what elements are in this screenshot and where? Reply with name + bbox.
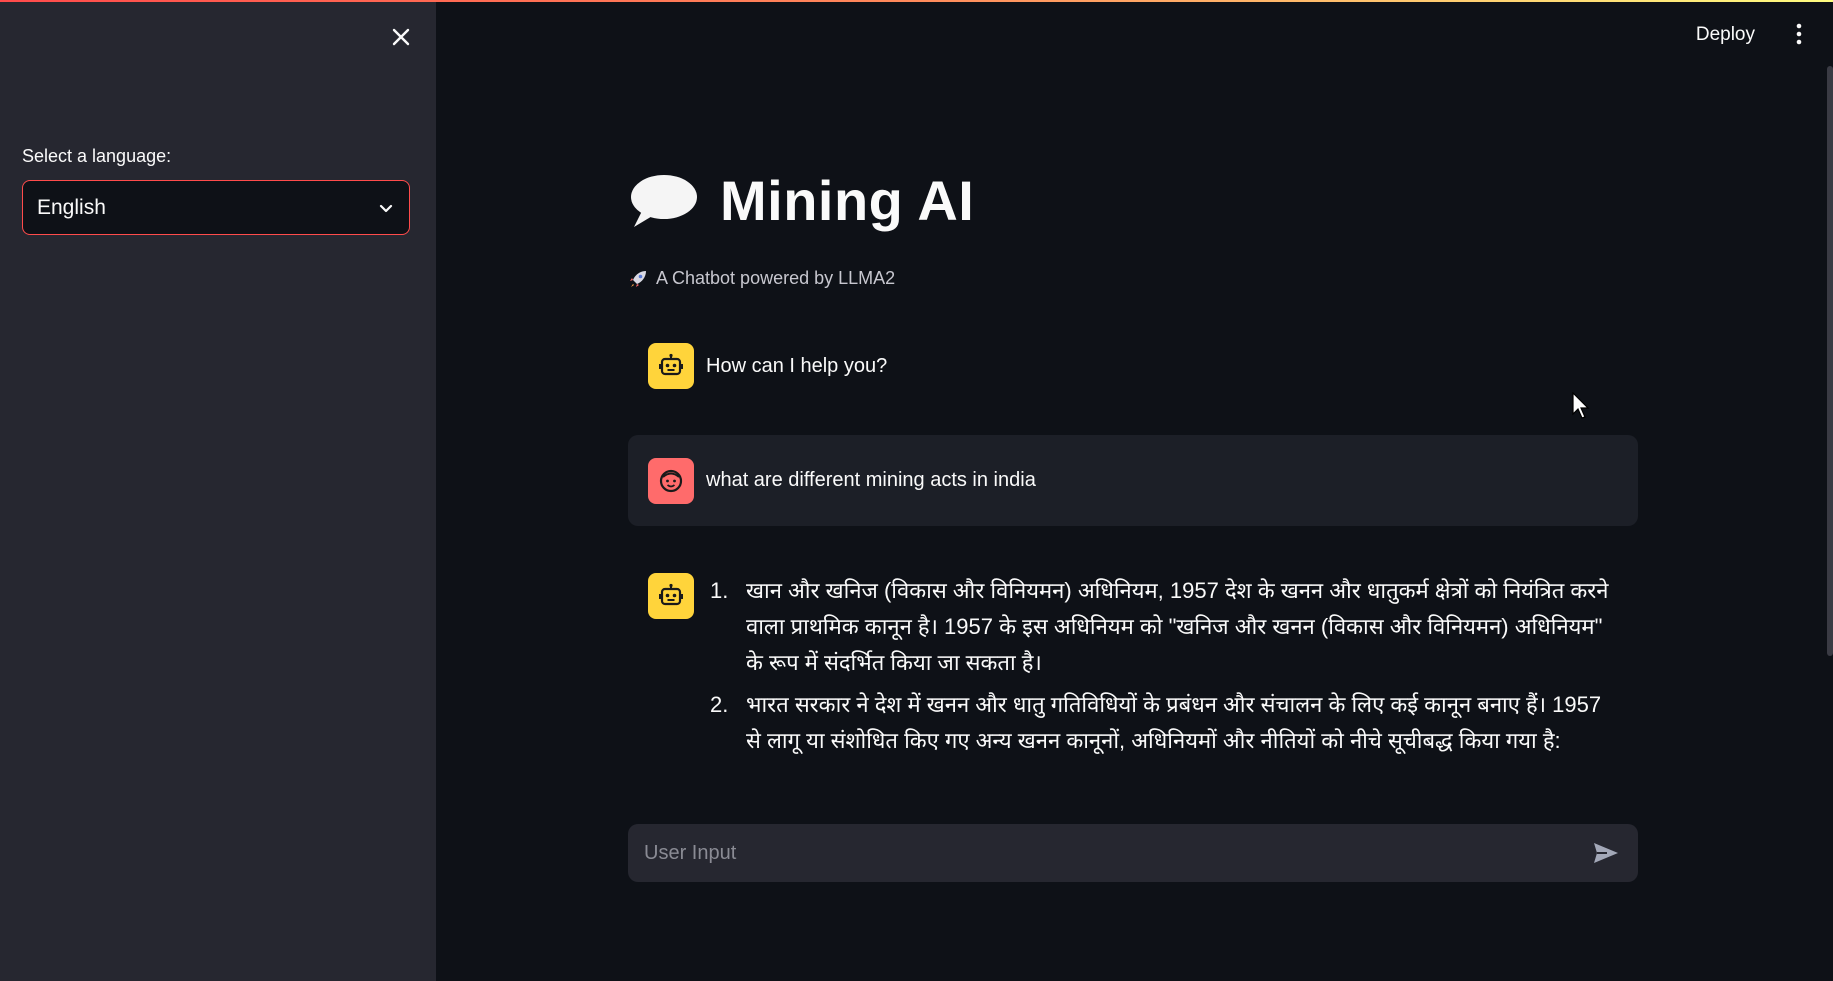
- close-icon: [392, 28, 410, 46]
- message-text: How can I help you?: [706, 354, 888, 377]
- face-icon: [659, 469, 683, 492]
- chat-input-container: [628, 824, 1638, 882]
- top-decoration-bar: [0, 0, 1833, 2]
- language-select-value: English: [37, 195, 106, 219]
- scrollbar[interactable]: [1827, 66, 1833, 656]
- rocket-icon: [630, 270, 646, 287]
- message-text: what are different mining acts in india: [706, 469, 1036, 491]
- sidebar: Select a language: English: [0, 0, 436, 981]
- send-icon: [1594, 843, 1618, 863]
- bot-avatar: [648, 573, 694, 619]
- list-item-number: 1.: [710, 578, 729, 603]
- list-item-text: खान और खनिज (विकास और विनियमन) अधिनियम, …: [746, 578, 1609, 675]
- page-title: Mining AI: [720, 169, 975, 232]
- list-item: 2. भारत सरकार ने देश में खनन और धातु गति…: [710, 687, 1610, 759]
- deploy-button[interactable]: Deploy: [1688, 20, 1763, 50]
- list-item-text: भारत सरकार ने देश में खनन और धातु गतिविध…: [746, 692, 1602, 753]
- bot-avatar: [648, 343, 694, 389]
- language-label: Select a language:: [22, 146, 172, 166]
- assistant-message: How can I help you?: [628, 343, 1638, 389]
- main-area: Deploy Mining AI A Chatbot powered by LL…: [436, 0, 1833, 981]
- assistant-answer: 1. खान और खनिज (विकास और विनियमन) अधिनिय…: [628, 573, 1638, 765]
- list-item-number: 2.: [710, 692, 729, 717]
- answer-list: 1. खान और खनिज (विकास और विनियमन) अधिनिय…: [710, 573, 1610, 765]
- send-button[interactable]: [1588, 835, 1624, 871]
- chat-input[interactable]: [642, 840, 1588, 866]
- user-avatar: [648, 457, 694, 504]
- title-row: Mining AI: [628, 168, 974, 233]
- close-sidebar-button[interactable]: [384, 20, 418, 54]
- user-message: what are different mining acts in india: [628, 435, 1638, 526]
- language-select[interactable]: English: [22, 180, 410, 235]
- subtitle: A Chatbot powered by LLMA2: [628, 268, 895, 289]
- robot-icon: [659, 353, 683, 376]
- chevron-down-icon: [379, 204, 393, 212]
- main-menu-button[interactable]: [1785, 20, 1813, 48]
- kebab-menu-icon: [1796, 23, 1802, 45]
- robot-icon: [659, 583, 683, 606]
- subtitle-text: A Chatbot powered by LLMA2: [656, 268, 896, 288]
- speech-bubble-icon: [631, 174, 697, 227]
- mouse-cursor: [1572, 391, 1590, 425]
- list-item: 1. खान और खनिज (विकास और विनियमन) अधिनिय…: [710, 573, 1610, 681]
- cursor-icon: [1572, 391, 1590, 419]
